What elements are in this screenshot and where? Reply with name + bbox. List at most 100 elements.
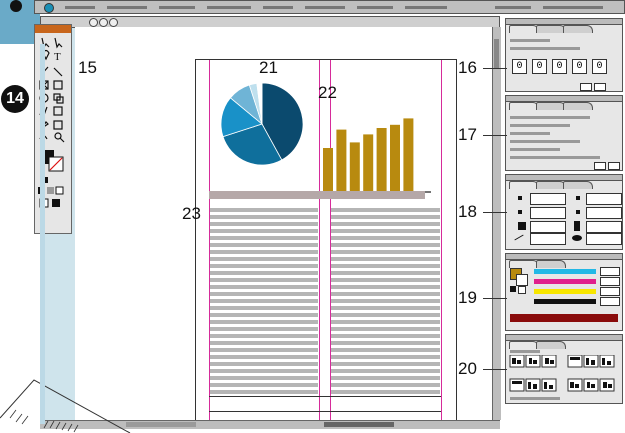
- panel-tab[interactable]: [536, 181, 566, 189]
- color-value-field[interactable]: [600, 297, 620, 306]
- zoom-button[interactable]: [109, 18, 118, 27]
- text-line: [210, 243, 318, 247]
- panel-label: [510, 39, 550, 42]
- field-icon: [576, 210, 580, 214]
- input-field[interactable]: [586, 207, 622, 219]
- text-line: [210, 264, 318, 268]
- text-line: [210, 383, 318, 387]
- yellow-slider[interactable]: [534, 289, 596, 294]
- align-buttons[interactable]: [508, 355, 622, 399]
- input-field[interactable]: [586, 221, 622, 233]
- menu-item[interactable]: [543, 6, 603, 9]
- text-line: [331, 278, 440, 282]
- text-line: [331, 250, 440, 254]
- pasteboard[interactable]: [75, 27, 499, 427]
- panel-button[interactable]: [594, 83, 606, 91]
- toolbox-titlebar[interactable]: [35, 25, 71, 33]
- input-field[interactable]: [530, 221, 566, 233]
- app-menu-icon[interactable]: [44, 3, 54, 13]
- panel-tab[interactable]: [563, 25, 593, 33]
- scroll-thumb[interactable]: [494, 39, 499, 69]
- menu-item[interactable]: [357, 6, 393, 9]
- input-field[interactable]: [530, 233, 566, 245]
- text-line: [210, 376, 318, 380]
- vertical-scrollbar[interactable]: [492, 27, 501, 420]
- panel-align: [505, 334, 623, 404]
- minimize-button[interactable]: [99, 18, 108, 27]
- swatch-icon: [510, 286, 516, 292]
- text-line: [331, 243, 440, 247]
- text-line: [210, 236, 318, 240]
- callout-15: 15: [78, 58, 97, 77]
- cyan-slider[interactable]: [534, 269, 596, 274]
- panel-tab[interactable]: [536, 25, 566, 33]
- value-field[interactable]: 0: [572, 59, 587, 74]
- text-line: [210, 313, 318, 317]
- text-line: [210, 208, 318, 212]
- panel-tab[interactable]: [509, 102, 539, 110]
- text-line: [331, 222, 440, 226]
- menu-item[interactable]: [65, 6, 95, 9]
- value-field[interactable]: 0: [552, 59, 567, 74]
- color-value-field[interactable]: [600, 277, 620, 286]
- text-line: [210, 250, 318, 254]
- menu-item[interactable]: [207, 6, 251, 9]
- panel-tab[interactable]: [563, 102, 593, 110]
- panel-tab[interactable]: [536, 102, 566, 110]
- text-line: [210, 222, 318, 226]
- callout-line: [483, 68, 507, 69]
- panel-tab[interactable]: [563, 181, 593, 189]
- text-line: [210, 334, 318, 338]
- value-field[interactable]: 0: [592, 59, 607, 74]
- value-field[interactable]: 0: [532, 59, 547, 74]
- close-button[interactable]: [89, 18, 98, 27]
- callout-17: 17: [458, 125, 477, 144]
- input-field[interactable]: [530, 193, 566, 205]
- layout-page[interactable]: [195, 59, 457, 425]
- panel-button[interactable]: [608, 162, 620, 170]
- callout-21: 21: [259, 58, 278, 77]
- menu-item[interactable]: [495, 6, 531, 9]
- magenta-slider[interactable]: [534, 279, 596, 284]
- panel-label: [510, 397, 560, 400]
- text-line: [331, 306, 440, 310]
- color-value-field[interactable]: [600, 267, 620, 276]
- menu-bar[interactable]: [34, 0, 625, 14]
- callout-23: 23: [182, 204, 201, 223]
- panel-tab[interactable]: [509, 25, 539, 33]
- panel-button[interactable]: [580, 83, 592, 91]
- text-line: [210, 341, 318, 345]
- callout-line: [483, 212, 507, 213]
- bar: [376, 128, 387, 192]
- input-field[interactable]: [586, 233, 622, 245]
- input-field[interactable]: [530, 207, 566, 219]
- menu-item[interactable]: [107, 6, 147, 9]
- black-slider[interactable]: [534, 299, 596, 304]
- preview-view-icon: [52, 199, 60, 207]
- panel-button[interactable]: [594, 162, 606, 170]
- text-line: [331, 327, 440, 331]
- menu-item[interactable]: [159, 6, 195, 9]
- bar: [349, 142, 360, 192]
- menu-item[interactable]: [305, 6, 345, 9]
- callout-18: 18: [458, 202, 477, 221]
- panel-row: [510, 124, 570, 127]
- menu-item[interactable]: [405, 6, 447, 9]
- panel-tab[interactable]: [509, 181, 539, 189]
- panel-tab[interactable]: [536, 341, 566, 349]
- panel-tab[interactable]: [509, 260, 539, 268]
- color-ramp[interactable]: [510, 314, 618, 322]
- text-line: [210, 292, 318, 296]
- stroke-color-swatch[interactable]: [516, 274, 528, 286]
- scroll-thumb[interactable]: [324, 422, 394, 427]
- text-line: [331, 264, 440, 268]
- decorative-ruler: [0, 379, 131, 433]
- menu-item[interactable]: [263, 6, 293, 9]
- free-transform-tool-icon: [53, 106, 63, 116]
- bar-chart: [319, 118, 431, 193]
- panel-tab[interactable]: [509, 341, 539, 349]
- color-value-field[interactable]: [600, 287, 620, 296]
- value-field[interactable]: 0: [512, 59, 527, 74]
- input-field[interactable]: [586, 193, 622, 205]
- panel-tab[interactable]: [536, 260, 566, 268]
